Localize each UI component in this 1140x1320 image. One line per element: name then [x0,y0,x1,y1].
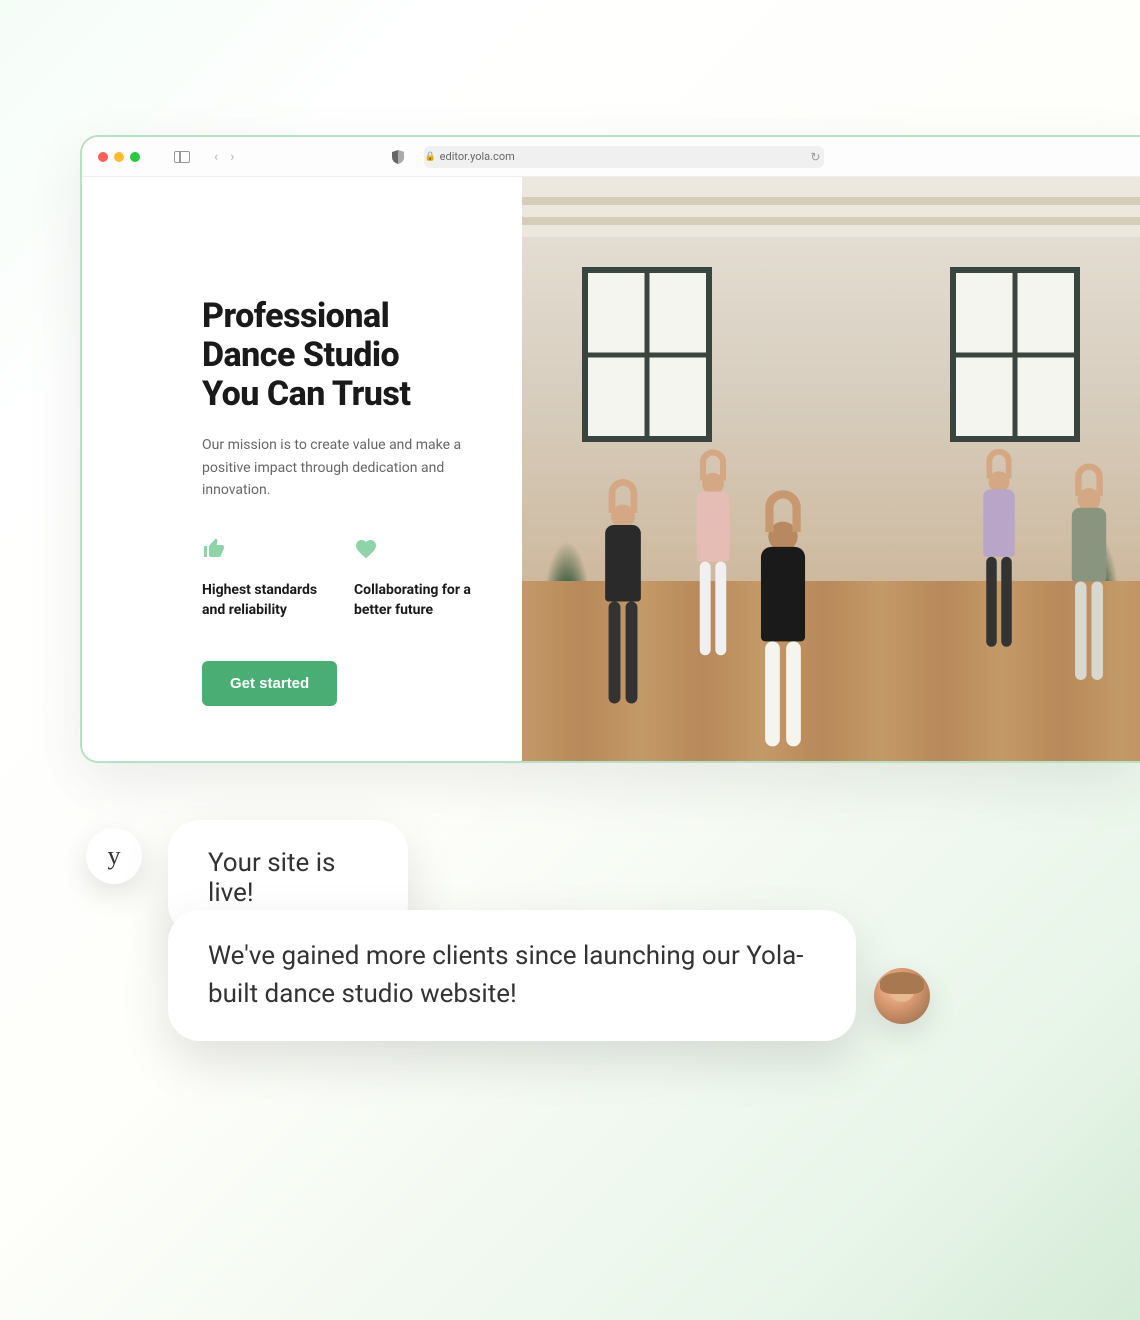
dancer-figure [1072,488,1106,680]
dancer-figure [697,473,730,656]
hero-image [522,177,1140,761]
hero-section: Professional Dance Studio You Can Trust … [82,177,522,761]
yola-avatar: y [86,828,142,884]
feature-collaboration: Collaborating for a better future [354,537,482,620]
heart-icon [354,537,378,561]
chat-message-user: We've gained more clients since launchin… [168,910,856,1041]
forward-button[interactable]: › [230,149,234,165]
user-avatar [874,968,930,1024]
feature-standards: Highest standards and reliability [202,537,330,620]
dancer-figure [761,522,805,747]
browser-chrome: ‹ › 🔒 editor.yola.com ↻ [82,137,1140,177]
url-bar[interactable]: 🔒 editor.yola.com ↻ [424,146,824,168]
browser-window: ‹ › 🔒 editor.yola.com ↻ Professional Dan… [80,135,1140,763]
privacy-shield-icon[interactable] [392,150,404,164]
thumbs-up-icon [202,537,226,561]
reload-icon[interactable]: ↻ [810,150,820,164]
hero-title: Professional Dance Studio You Can Trust [202,297,482,414]
dancer-figure [983,471,1015,647]
feature-text: Highest standards and reliability [202,581,330,620]
browser-content: Professional Dance Studio You Can Trust … [82,177,1140,761]
features-row: Highest standards and reliability Collab… [202,537,482,620]
minimize-button[interactable] [114,152,124,162]
back-button[interactable]: ‹ [214,149,218,165]
lock-icon: 🔒 [424,152,435,162]
feature-text: Collaborating for a better future [354,581,482,620]
traffic-lights [98,152,140,162]
get-started-button[interactable]: Get started [202,661,337,706]
close-button[interactable] [98,152,108,162]
dancer-figure [605,505,641,704]
hero-subtitle: Our mission is to create value and make … [202,434,462,501]
maximize-button[interactable] [130,152,140,162]
url-text: editor.yola.com [440,150,515,163]
sidebar-toggle-icon[interactable] [174,151,190,163]
nav-arrows: ‹ › [214,149,234,165]
